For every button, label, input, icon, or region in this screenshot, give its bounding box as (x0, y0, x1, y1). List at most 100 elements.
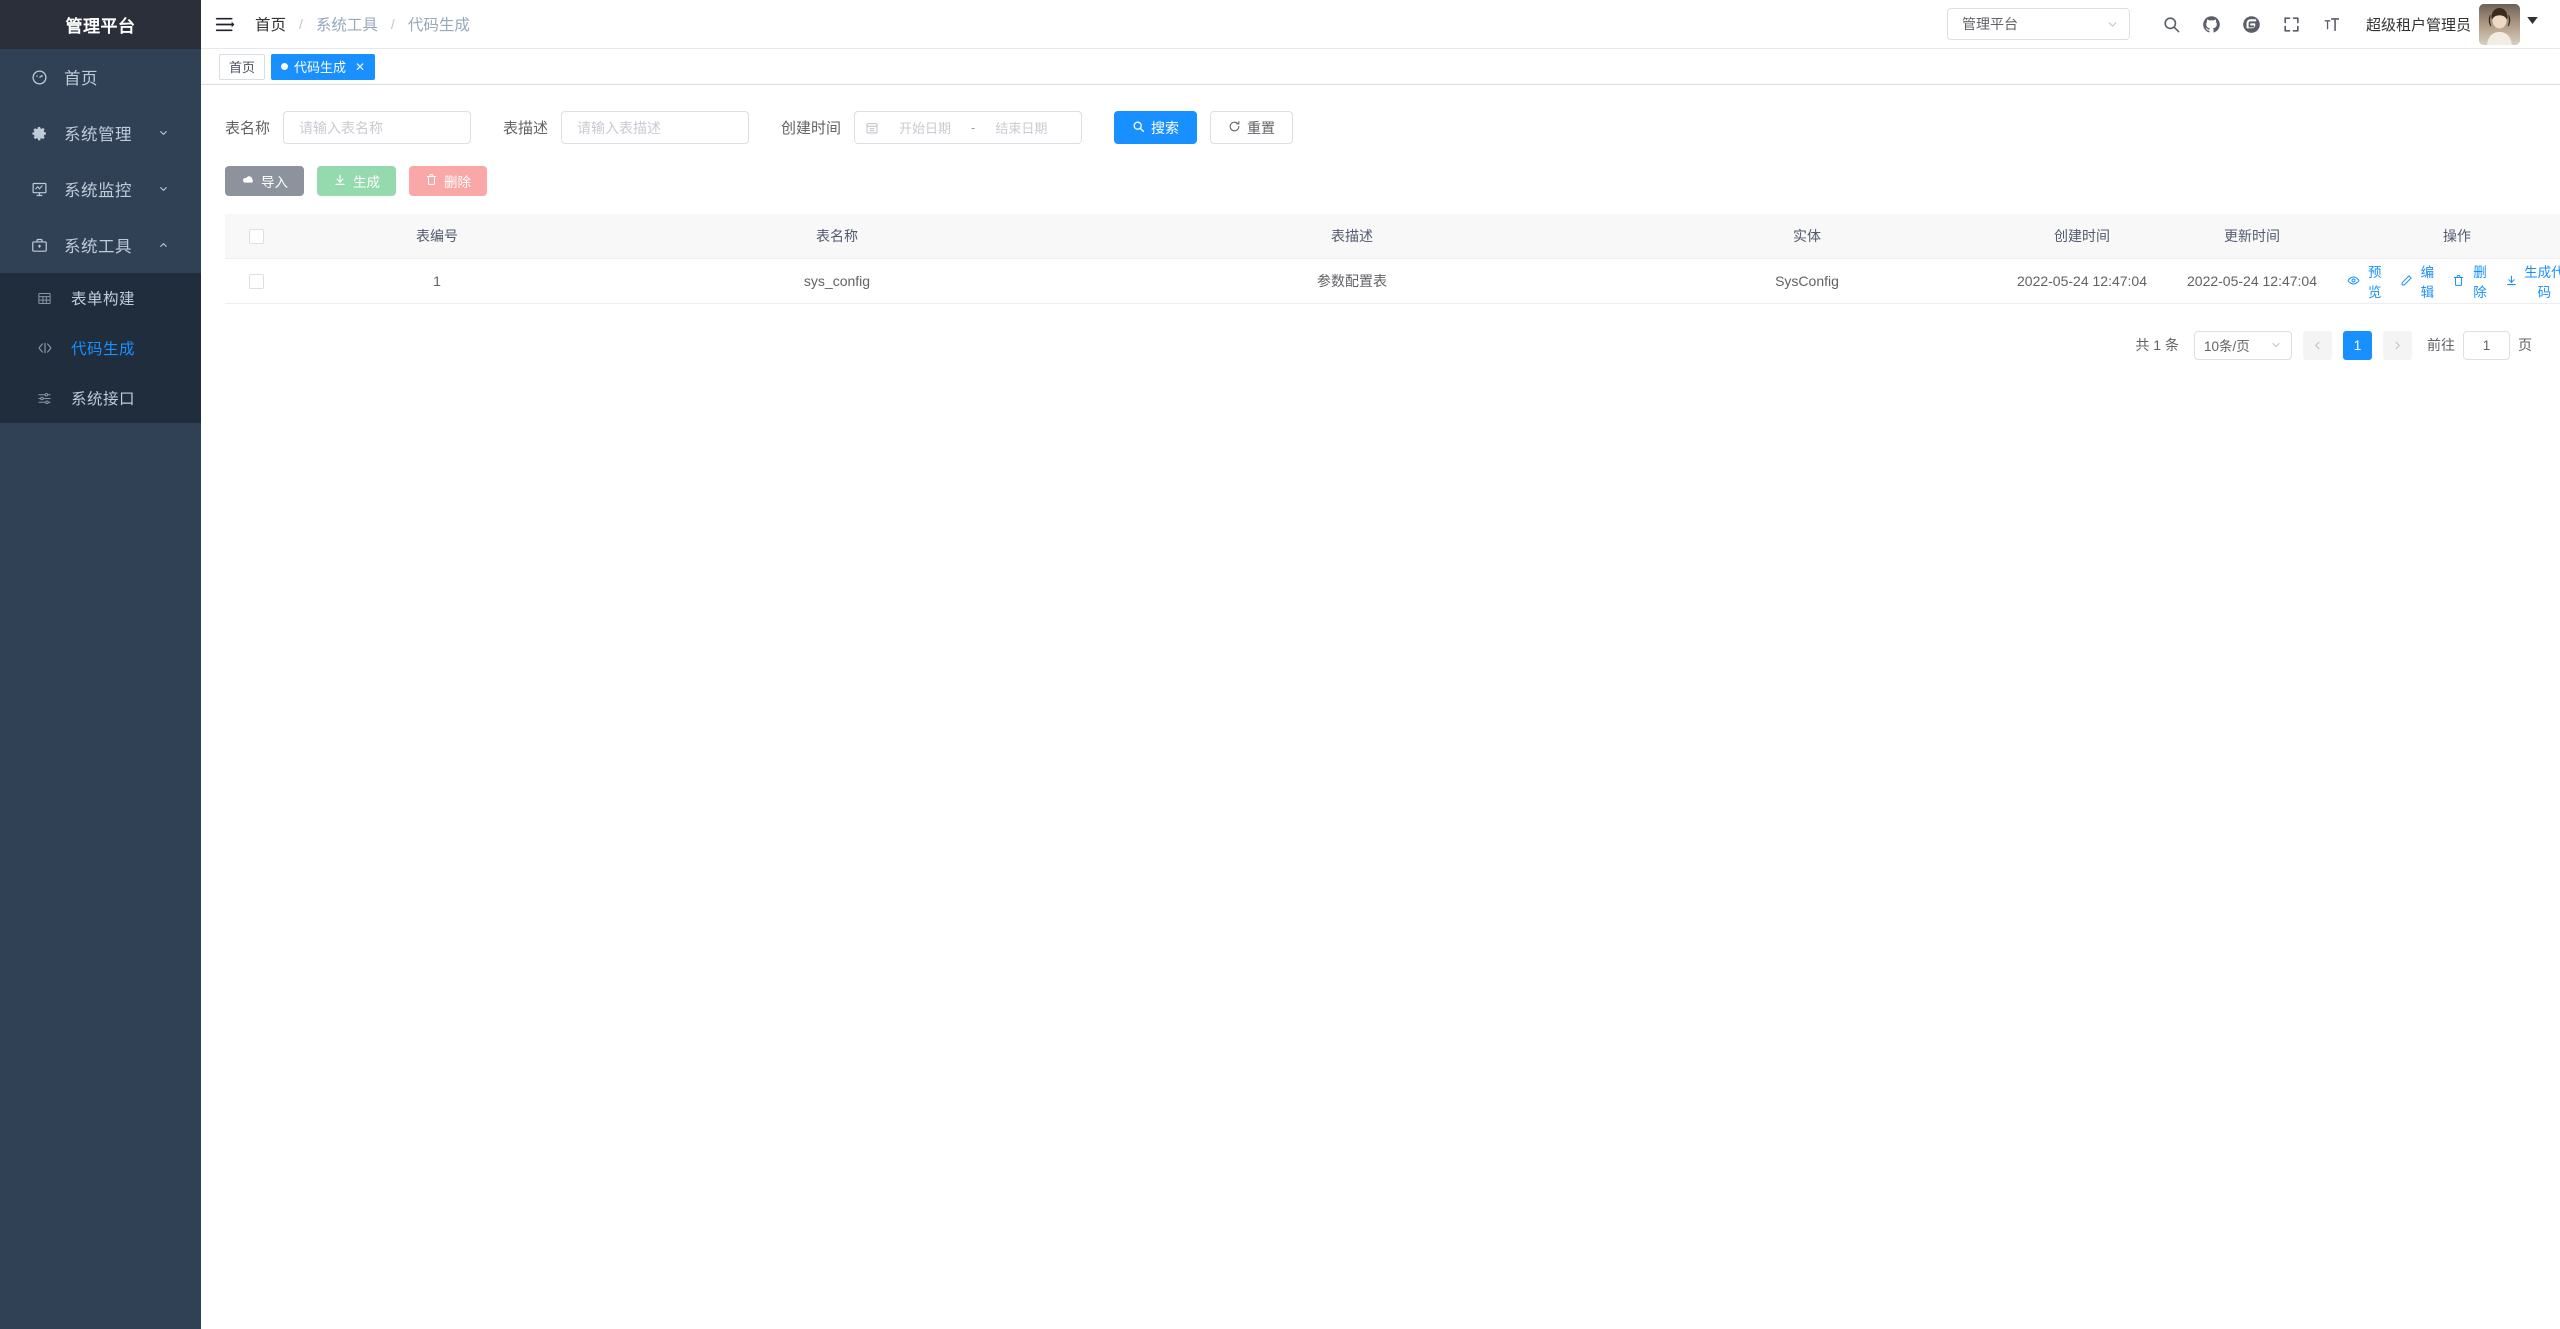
table-desc-input-wrap[interactable] (561, 111, 750, 144)
search-form: 表名称 表描述 创建时间 (225, 105, 2536, 144)
breadcrumb-separator: / (390, 16, 395, 32)
generate-button-label: 生成 (353, 175, 380, 190)
sidebar-item-system-interface[interactable]: 系统接口 (0, 373, 201, 423)
create-time-label: 创建时间 (781, 120, 842, 137)
table-name-input-wrap[interactable] (283, 111, 472, 144)
sidebar-logo[interactable]: 管理平台 (0, 0, 201, 49)
sidebar-item-label: 系统接口 (71, 391, 136, 408)
chevron-down-icon (158, 184, 169, 195)
chevron-down-icon (2527, 16, 2538, 32)
eye-icon (2347, 274, 2360, 287)
table-row[interactable]: 1 sys_config 参数配置表 SysConfig 2022-05-24 … (225, 258, 2560, 304)
cell-table-desc: 参数配置表 (1087, 258, 1617, 304)
content-panel: 表名称 表描述 创建时间 (201, 85, 2560, 1329)
font-size-icon[interactable] (2312, 4, 2352, 44)
sidebar-item-label: 首页 (64, 70, 98, 88)
sidebar-item-system-tools[interactable]: 系统工具 (0, 217, 201, 273)
select-all-header (225, 214, 287, 259)
delete-action[interactable]: 删除 (2452, 261, 2491, 301)
import-button[interactable]: 导入 (225, 166, 304, 196)
sidebar-item-home[interactable]: 首页 (0, 49, 201, 105)
sidebar-item-label: 系统管理 (64, 126, 132, 144)
column-header-table-name: 表名称 (587, 214, 1087, 259)
pagination: 共 1 条 10条/页 1 前往 1 页 (225, 304, 2536, 360)
navbar-right: 管理平台 超级租户管理员 (1946, 3, 2538, 45)
import-button-label: 导入 (261, 175, 288, 190)
start-date-field[interactable]: 开始日期 (887, 118, 963, 137)
table-name-label: 表名称 (225, 120, 271, 137)
main-container: 首页 / 系统工具 / 代码生成 管理平台 超级租户管理员 首页 代码生成 ✕ … (201, 0, 2560, 1329)
search-button[interactable]: 搜索 (1114, 111, 1198, 144)
generate-button[interactable]: 生成 (317, 166, 396, 196)
sidebar-item-label: 代码生成 (71, 341, 136, 358)
sidebar-item-label: 表单构建 (71, 291, 136, 308)
sidebar-item-system-management[interactable]: 系统管理 (0, 105, 201, 161)
cell-entity: SysConfig (1617, 258, 1997, 304)
pagination-total: 共 1 条 (2135, 337, 2179, 353)
tag-code-generation[interactable]: 代码生成 ✕ (271, 53, 376, 80)
breadcrumb-item-code-generation: 代码生成 (407, 17, 470, 34)
hamburger-icon[interactable] (201, 0, 249, 49)
reset-button[interactable]: 重置 (1210, 111, 1294, 144)
delete-button[interactable]: 删除 (409, 166, 487, 196)
calendar-icon (865, 121, 879, 135)
chevron-up-icon (158, 240, 169, 251)
pagination-jumper: 前往 页 (2427, 330, 2532, 360)
form-item-create-time: 创建时间 开始日期 - 结束日期 (781, 111, 1083, 144)
fullscreen-icon[interactable] (2272, 4, 2312, 44)
monitor-icon (31, 180, 53, 198)
pagination-page-1[interactable]: 1 (2343, 330, 2372, 360)
gitee-icon[interactable] (2232, 4, 2272, 44)
edit-action[interactable]: 编辑 (2400, 261, 2439, 301)
chevron-down-icon (2106, 18, 2119, 31)
generate-code-action-label: 生成代码 (2524, 264, 2560, 300)
breadcrumb-item-system-tools[interactable]: 系统工具 (316, 13, 378, 35)
generate-code-action[interactable]: 生成代码 (2505, 261, 2560, 301)
row-select-cell (225, 258, 287, 304)
sidebar-submenu-system-tools: 表单构建 代码生成 系统接口 (0, 273, 201, 423)
gear-icon (31, 124, 53, 142)
create-time-daterange[interactable]: 开始日期 - 结束日期 (854, 111, 1083, 144)
sidebar-item-form-builder[interactable]: 表单构建 (0, 273, 201, 323)
pagination-prev-button[interactable] (2303, 330, 2332, 360)
select-all-checkbox[interactable] (248, 229, 264, 245)
form-item-actions: 搜索 重置 (1114, 111, 1294, 144)
tags-view: 首页 代码生成 ✕ (201, 49, 2560, 85)
form-item-table-name: 表名称 (225, 111, 472, 144)
end-date-field[interactable]: 结束日期 (983, 118, 1059, 137)
logo-title: 管理平台 (65, 17, 136, 36)
reset-button-label: 重置 (1247, 119, 1276, 136)
table-name-input[interactable] (297, 118, 458, 137)
delete-button-label: 删除 (444, 175, 471, 190)
search-icon[interactable] (2152, 4, 2192, 44)
preview-action-label: 预览 (2368, 264, 2382, 300)
breadcrumb-item-home[interactable]: 首页 (255, 13, 286, 35)
column-header-create-time: 创建时间 (1997, 214, 2167, 259)
row-checkbox[interactable] (248, 273, 264, 289)
refresh-icon (1228, 120, 1241, 136)
page-size-value: 10条/页 (2204, 339, 2250, 354)
github-icon[interactable] (2192, 4, 2232, 44)
search-icon (1132, 120, 1145, 136)
page-size-select[interactable]: 10条/页 (2194, 330, 2292, 360)
sidebar-item-code-generation[interactable]: 代码生成 (0, 323, 201, 373)
form-item-table-desc: 表描述 (503, 111, 750, 144)
pagination-goto-input[interactable] (2463, 330, 2510, 360)
table-grid-icon (37, 289, 57, 307)
preview-action[interactable]: 预览 (2347, 261, 2386, 301)
table-desc-input[interactable] (575, 118, 736, 137)
sliders-icon (37, 389, 57, 407)
column-header-update-time: 更新时间 (2167, 214, 2337, 259)
tenant-select-value: 管理平台 (1961, 16, 2018, 32)
close-icon[interactable]: ✕ (355, 61, 365, 73)
dashboard-icon (31, 68, 53, 86)
daterange-separator: - (971, 120, 976, 135)
column-header-id: 表编号 (287, 214, 587, 259)
avatar-menu[interactable] (2479, 3, 2538, 45)
pagination-next-button[interactable] (2383, 330, 2412, 360)
tag-home[interactable]: 首页 (219, 53, 266, 80)
tenant-select[interactable]: 管理平台 (1946, 8, 2130, 40)
cell-id: 1 (287, 258, 587, 304)
edit-action-label: 编辑 (2420, 264, 2435, 300)
sidebar-item-system-monitor[interactable]: 系统监控 (0, 161, 201, 217)
